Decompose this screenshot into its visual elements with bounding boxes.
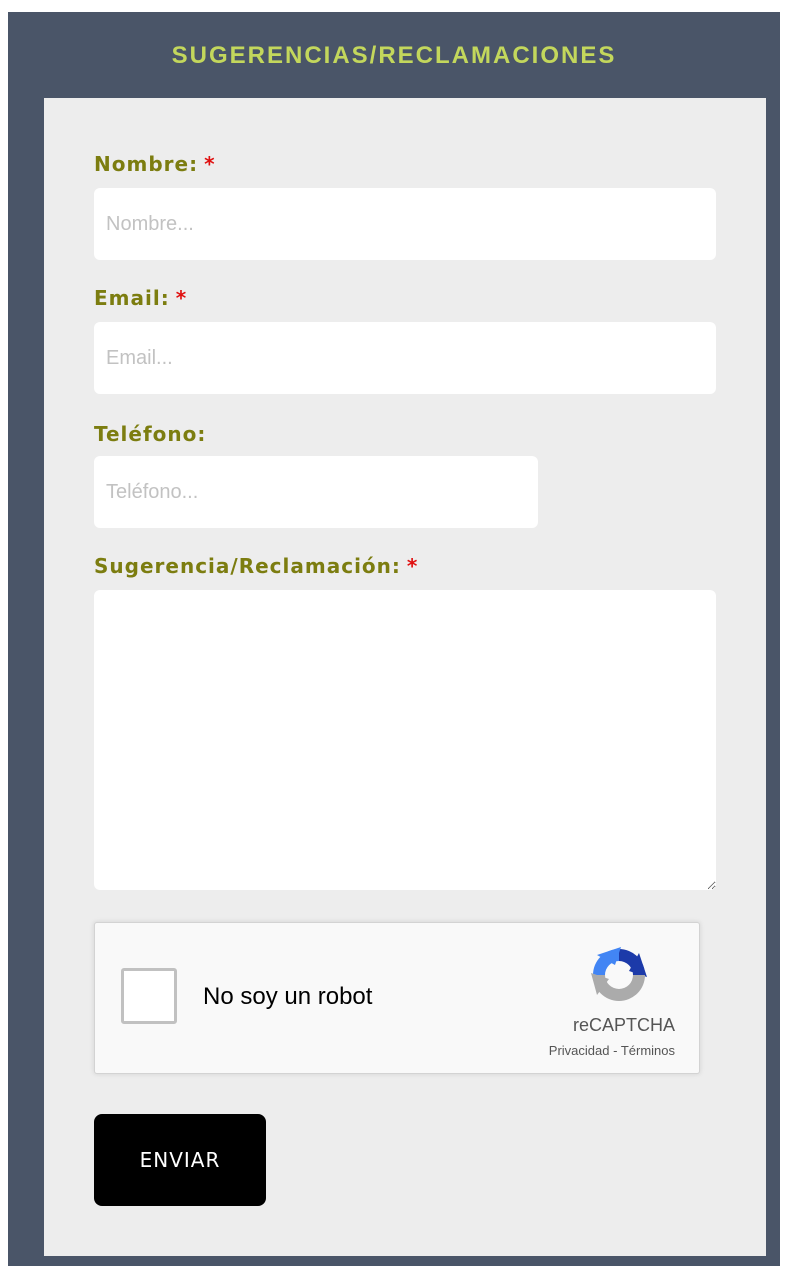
nombre-label: Nombre: *	[94, 152, 216, 176]
email-input[interactable]	[94, 322, 716, 394]
email-label: Email: *	[94, 286, 187, 310]
mensaje-label-text: Sugerencia/Reclamación:	[94, 554, 401, 578]
mensaje-textarea[interactable]	[94, 590, 716, 890]
required-marker: *	[204, 152, 216, 176]
privacy-link[interactable]: Privacidad	[549, 1043, 610, 1058]
mensaje-label: Sugerencia/Reclamación: *	[94, 554, 418, 578]
link-separator: -	[609, 1043, 621, 1058]
email-label-text: Email:	[94, 286, 170, 310]
recaptcha-checkbox-label: No soy un robot	[203, 983, 373, 1010]
telefono-label: Teléfono:	[94, 422, 206, 446]
recaptcha-icon	[591, 947, 647, 1001]
required-marker: *	[175, 286, 188, 310]
recaptcha-widget: No soy un robot reCAPTCHA Privacidad - T…	[94, 922, 700, 1074]
required-marker: *	[406, 554, 419, 578]
recaptcha-links: Privacidad - Términos	[549, 1043, 675, 1058]
telefono-label-text: Teléfono:	[94, 422, 207, 446]
telefono-input[interactable]	[94, 456, 538, 528]
nombre-input[interactable]	[94, 188, 716, 260]
form-title: SUGERENCIAS/RECLAMACIONES	[171, 42, 617, 69]
nombre-label-text: Nombre:	[94, 152, 199, 176]
form-frame: SUGERENCIAS/RECLAMACIONES Nombre:* Email…	[8, 12, 780, 1266]
submit-button[interactable]: ENVIAR	[94, 1114, 266, 1206]
recaptcha-checkbox[interactable]	[121, 968, 177, 1024]
recaptcha-brand: reCAPTCHA	[572, 1015, 675, 1035]
form-panel: Nombre:* Email:* Teléfono: Sugerencia/Re…	[44, 98, 766, 1256]
terms-link[interactable]: Términos	[621, 1043, 675, 1058]
